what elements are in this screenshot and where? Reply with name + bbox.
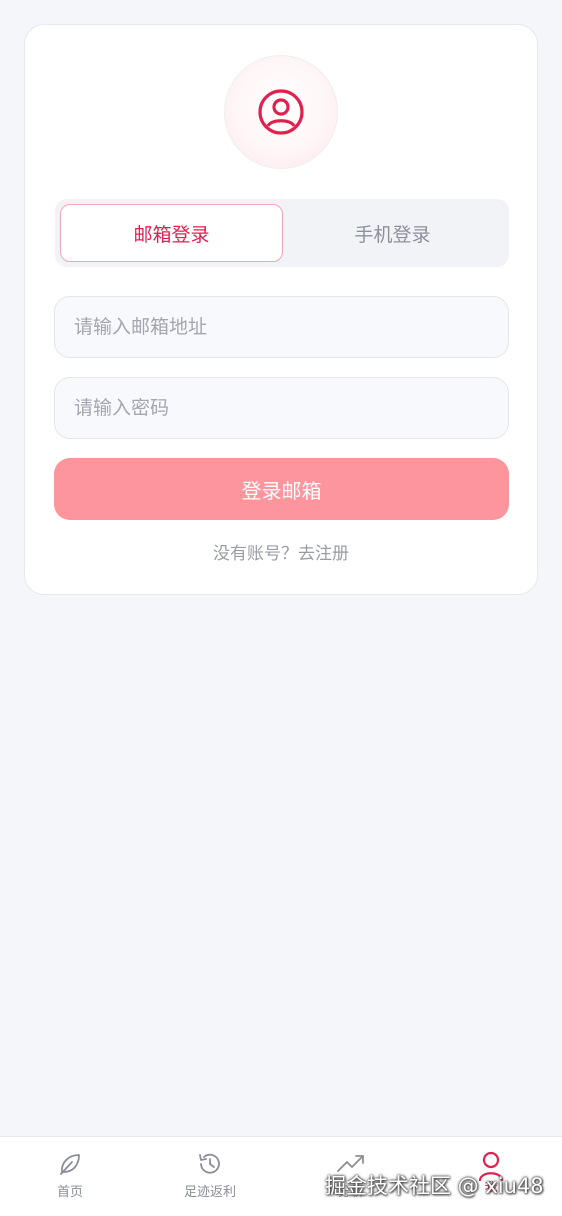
user-circle-icon (258, 89, 304, 135)
login-card: 邮箱登录 手机登录 登录邮箱 没有账号？去注册 (24, 24, 538, 595)
nav-item-home[interactable]: 首页 (15, 1151, 125, 1207)
avatar (224, 55, 338, 169)
login-page: 邮箱登录 手机登录 登录邮箱 没有账号？去注册 首页 足迹返利 (0, 0, 562, 1216)
history-icon (199, 1153, 220, 1174)
tab-phone-login[interactable]: 手机登录 (281, 204, 504, 262)
email-login-button[interactable]: 登录邮箱 (54, 458, 509, 520)
tab-email-login[interactable]: 邮箱登录 (60, 204, 283, 262)
email-input[interactable] (74, 316, 489, 338)
nav-item-history[interactable]: 足迹返利 (155, 1151, 265, 1207)
password-field-wrapper (54, 377, 509, 439)
register-link[interactable]: 没有账号？去注册 (25, 539, 537, 564)
leaf-icon (60, 1154, 80, 1175)
login-method-tabs: 邮箱登录 手机登录 (55, 199, 509, 267)
watermark: 掘金技术社区 @ xiu48 (325, 1174, 544, 1198)
email-field-wrapper (54, 296, 509, 358)
nav-label-history: 足迹返利 (183, 1185, 236, 1200)
nav-label-home: 首页 (56, 1185, 83, 1200)
password-input[interactable] (74, 397, 489, 419)
